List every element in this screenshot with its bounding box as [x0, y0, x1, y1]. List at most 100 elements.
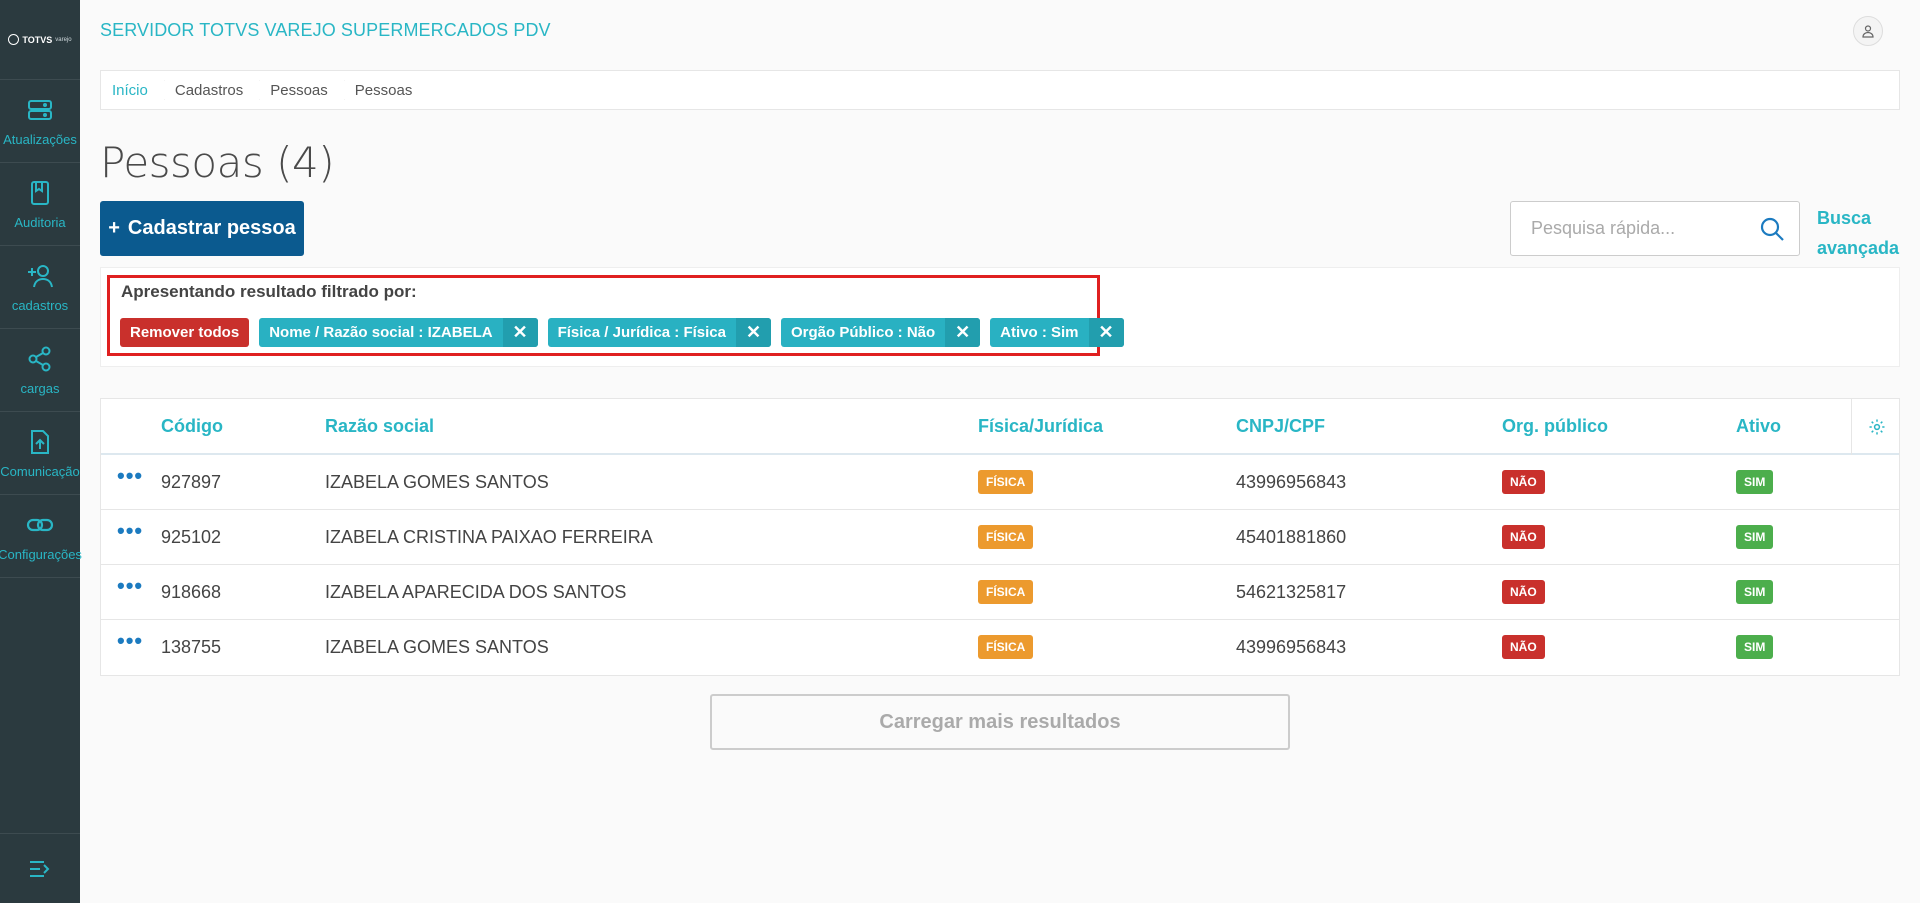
filter-chip-label: Nome / Razão social : IZABELA [269, 324, 493, 341]
cell-cnpj: 54621325817 [1236, 582, 1347, 602]
sidebar-item-label: cadastros [11, 297, 69, 313]
menu-collapse-icon [30, 860, 50, 877]
add-user-icon [28, 264, 53, 287]
logo-text: TOTVS [22, 34, 53, 45]
cell-razao-social: IZABELA APARECIDA DOS SANTOS [325, 582, 627, 602]
totvs-logo[interactable]: TOTVS varejo [0, 0, 80, 80]
load-more-button[interactable]: Carregar mais resultados [710, 694, 1290, 750]
header-fisica-juridica[interactable]: Física/Jurídica [978, 416, 1103, 437]
header-razao-social[interactable]: Razão social [325, 416, 434, 437]
close-icon[interactable]: ✕ [945, 318, 981, 347]
table-header: Código Razão social Física/Jurídica CNPJ… [101, 399, 1899, 455]
link-icon [26, 518, 54, 531]
sidebar-item-label: Comunicação [0, 463, 80, 479]
server-icon [28, 99, 52, 120]
upload-file-icon [31, 429, 49, 454]
advanced-search-line1: Busca [1817, 208, 1872, 228]
cell-razao-social: IZABELA GOMES SANTOS [325, 637, 549, 657]
close-icon[interactable]: ✕ [735, 318, 771, 347]
filter-chip-ativo: Ativo : Sim ✕ [990, 318, 1124, 347]
advanced-search-line2: avançada [1817, 238, 1900, 258]
badge-ativo: SIM [1736, 580, 1774, 604]
filter-chip-orgao-publico: Orgão Público : Não ✕ [780, 318, 981, 347]
sidebar-item-cargas[interactable]: cargas [0, 329, 80, 412]
table-row[interactable]: ••• 927897 IZABELA GOMES SANTOS FÍSICA 4… [101, 455, 1899, 510]
row-actions-icon[interactable]: ••• [117, 465, 143, 487]
menu-collapse-button[interactable] [0, 833, 80, 903]
cell-codigo: 918668 [161, 582, 222, 602]
cell-codigo: 138755 [161, 637, 222, 657]
badge-org-publico: NÃO [1502, 580, 1545, 604]
close-icon[interactable]: ✕ [502, 318, 538, 347]
table-settings-button[interactable] [1851, 399, 1901, 455]
row-actions-icon[interactable]: ••• [117, 520, 143, 542]
breadcrumb: Início Cadastros Pessoas Pessoas [100, 70, 1900, 110]
cadastrar-pessoa-button[interactable]: + Cadastrar pessoa [100, 201, 304, 256]
add-button-label: Cadastrar pessoa [127, 217, 296, 239]
badge-org-publico: NÃO [1502, 525, 1545, 549]
badge-org-publico: NÃO [1502, 635, 1545, 659]
advanced-search-link[interactable]: Busca avançada [1817, 203, 1899, 263]
bookmark-book-icon [31, 180, 49, 205]
user-menu-button[interactable] [1853, 16, 1883, 46]
table-row[interactable]: ••• 138755 IZABELA GOMES SANTOS FÍSICA 4… [101, 620, 1899, 675]
cell-cnpj: 43996956843 [1236, 637, 1347, 657]
cell-razao-social: IZABELA GOMES SANTOS [325, 472, 549, 492]
badge-fisica: FÍSICA [978, 580, 1034, 604]
header-cnpj-cpf[interactable]: CNPJ/CPF [1236, 416, 1325, 437]
plus-icon: + [108, 217, 120, 239]
app-title: SERVIDOR TOTVS VAREJO SUPERMERCADOS PDV [100, 20, 551, 40]
logo-circle-icon [8, 34, 20, 45]
logo-subtext: varejo [55, 36, 72, 43]
badge-ativo: SIM [1736, 635, 1774, 659]
sidebar-item-cadastros[interactable]: cadastros [0, 246, 80, 329]
sidebar-item-label: Atualizações [3, 131, 77, 147]
row-actions-icon[interactable]: ••• [117, 630, 143, 652]
sidebar-item-configuracoes[interactable]: Configurações [0, 495, 82, 578]
cell-codigo: 927897 [161, 472, 222, 492]
breadcrumb-pessoas-current: Pessoas [354, 81, 413, 99]
table-row[interactable]: ••• 925102 IZABELA CRISTINA PAIXAO FERRE… [101, 510, 1899, 565]
header-ativo[interactable]: Ativo [1736, 416, 1781, 437]
filter-chips: Remover todos Nome / Razão social : IZAB… [120, 318, 1124, 347]
cell-razao-social: IZABELA CRISTINA PAIXAO FERREIRA [325, 527, 653, 547]
breadcrumb-inicio[interactable]: Início [101, 71, 165, 109]
page-title: Pessoas (4) [100, 138, 335, 187]
filter-chip-label: Orgão Público : Não [790, 324, 936, 341]
badge-fisica: FÍSICA [978, 470, 1034, 494]
close-icon[interactable]: ✕ [1088, 318, 1124, 347]
search-icon[interactable] [1759, 216, 1785, 242]
user-icon [1862, 25, 1874, 38]
share-icon [28, 346, 51, 371]
pessoas-table: Código Razão social Física/Jurídica CNPJ… [100, 398, 1900, 676]
cell-codigo: 925102 [161, 527, 222, 547]
sidebar: TOTVS varejo Atualizações Auditoria cada… [0, 0, 82, 903]
sidebar-item-label: Auditoria [14, 214, 66, 230]
breadcrumb-cadastros[interactable]: Cadastros [164, 71, 261, 109]
sidebar-item-label: Configurações [0, 546, 82, 562]
gear-icon [1869, 419, 1884, 435]
table-row[interactable]: ••• 918668 IZABELA APARECIDA DOS SANTOS … [101, 565, 1899, 620]
sidebar-item-auditoria[interactable]: Auditoria [0, 163, 80, 246]
filter-chip-nome: Nome / Razão social : IZABELA ✕ [259, 318, 538, 347]
badge-ativo: SIM [1736, 470, 1774, 494]
cell-cnpj: 45401881860 [1236, 527, 1347, 547]
header-codigo[interactable]: Código [161, 416, 223, 437]
cell-cnpj: 43996956843 [1236, 472, 1347, 492]
remove-all-filters-button[interactable]: Remover todos [120, 318, 250, 347]
header-org-publico[interactable]: Org. público [1502, 416, 1608, 437]
badge-fisica: FÍSICA [978, 635, 1034, 659]
breadcrumb-pessoas[interactable]: Pessoas [259, 71, 345, 109]
filter-chip-fisica-juridica: Física / Jurídica : Física ✕ [547, 318, 771, 347]
row-actions-icon[interactable]: ••• [117, 575, 143, 597]
filter-chip-label: Ativo : Sim [1000, 324, 1079, 341]
badge-ativo: SIM [1736, 525, 1774, 549]
quick-search [1510, 201, 1800, 256]
badge-fisica: FÍSICA [978, 525, 1034, 549]
sidebar-item-label: cargas [20, 380, 60, 396]
filter-chip-label: Física / Jurídica : Física [557, 324, 726, 341]
quick-search-input[interactable] [1511, 202, 1741, 255]
sidebar-item-atualizacoes[interactable]: Atualizações [0, 80, 80, 163]
filter-title: Apresentando resultado filtrado por: [121, 282, 417, 301]
sidebar-item-comunicacao[interactable]: Comunicação [0, 412, 80, 495]
